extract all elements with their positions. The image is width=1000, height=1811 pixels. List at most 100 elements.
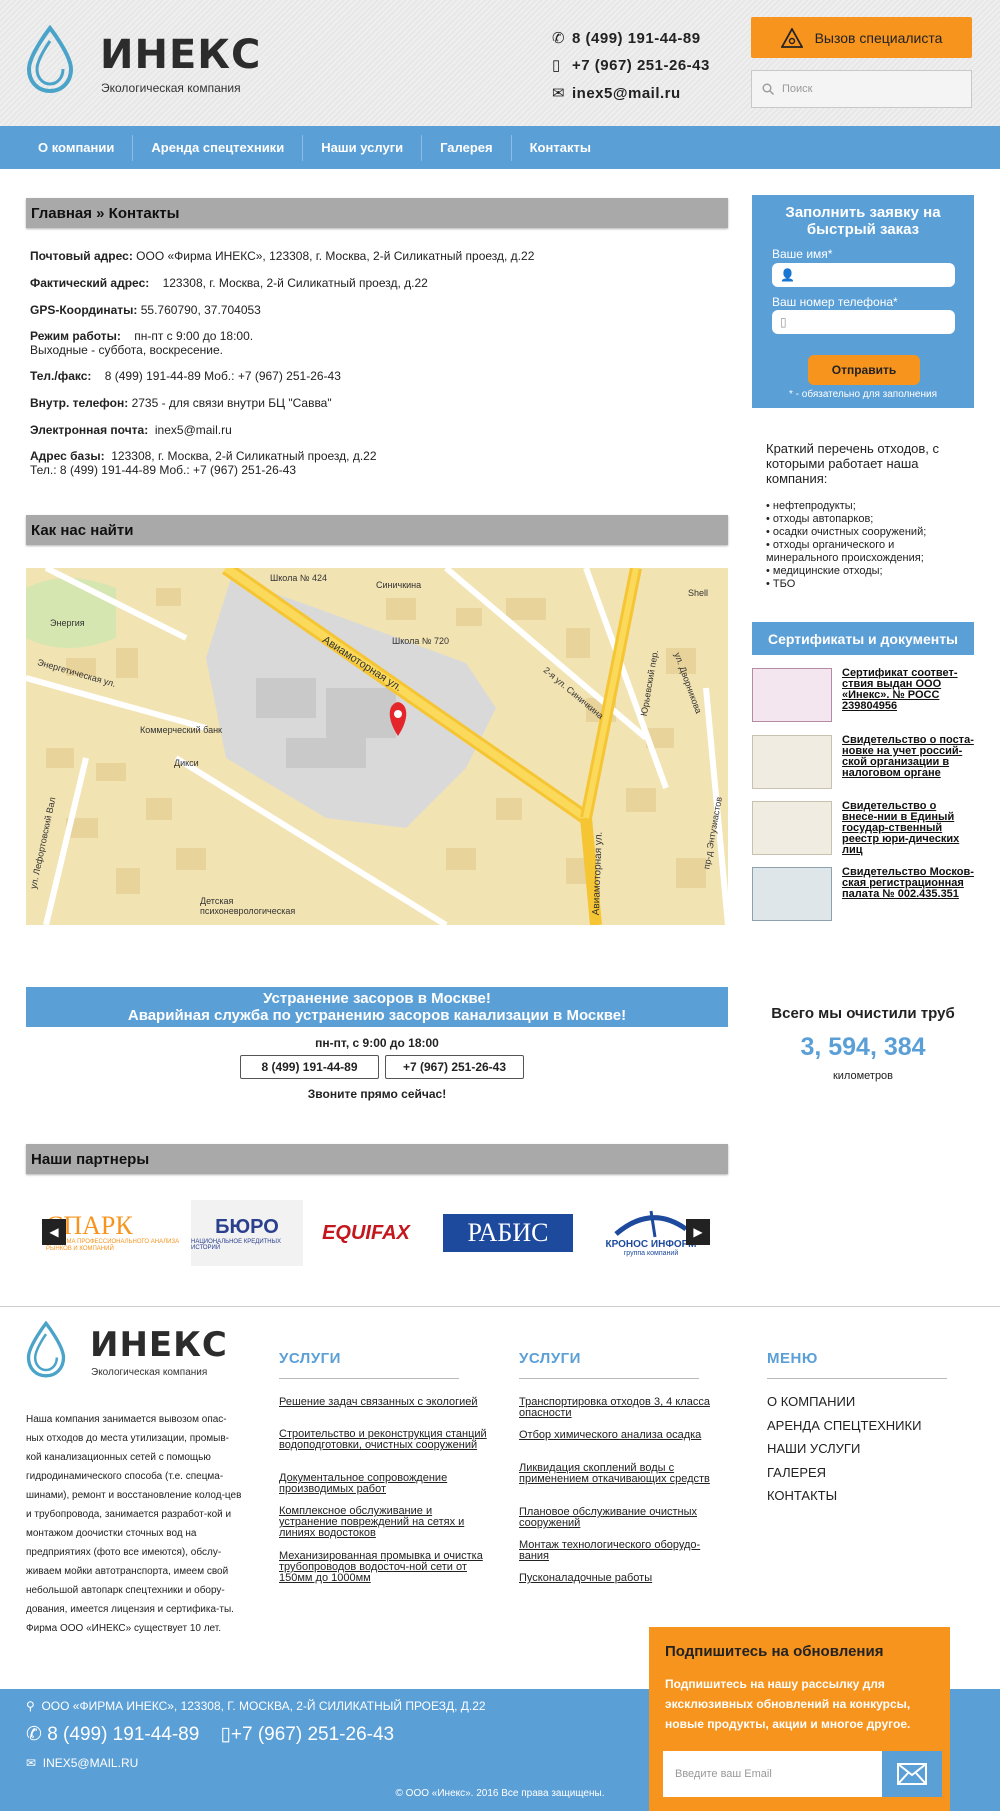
footer-link[interactable]: Отбор химического анализа осадка	[519, 1430, 729, 1441]
name-label: Ваше имя*	[772, 247, 833, 261]
nav-item-contacts[interactable]: Контакты	[512, 135, 609, 161]
waste-item: • осадки очистных сооружений;	[766, 526, 927, 538]
map-label: Дикси	[174, 758, 199, 768]
logo-name[interactable]: ИНЕКС	[100, 34, 261, 76]
footer-email[interactable]: ✉ INEX5@MAIL.RU	[26, 1756, 138, 1770]
map-label: Школа № 424	[270, 573, 328, 583]
certificate-link[interactable]: Сертификат соответ-ствия выдан ООО «Инек…	[842, 668, 974, 712]
map-graphic	[26, 568, 728, 925]
subscribe-text: Подпишитесь на нашу рассылку для эксклюз…	[665, 1677, 911, 1731]
subscribe-title: Подпишитесь на обновления	[665, 1643, 884, 1660]
site-header: ИНЕКС Экологическая компания ✆ 8 (499) 19…	[0, 0, 1000, 126]
postal-address: Почтовый адрес: ООО «Фирма ИНЕКС», 12330…	[30, 249, 535, 263]
header-phone-1[interactable]: ✆ 8 (499) 191-44-89	[552, 29, 701, 47]
subscribe-box: Подпишитесь на обновления Подпишитесь на…	[649, 1627, 950, 1811]
kronos-swoosh-icon	[614, 1210, 688, 1238]
certificate-link[interactable]: Свидетельство о поста-новке на учет росс…	[842, 735, 974, 779]
emergency-banner: Устранение засоров в Москве! Аварийная с…	[26, 987, 728, 1027]
footer-link[interactable]: Плановое обслуживание очистных сооружени…	[519, 1507, 729, 1529]
emergency-hours: пн-пт, с 9:00 до 18:00	[315, 1036, 439, 1050]
footer-menu-item[interactable]: О КОМПАНИИ	[767, 1394, 855, 1409]
nav-item-services[interactable]: Наши услуги	[303, 134, 423, 161]
footer-link[interactable]: Строительство и реконструкция станций во…	[279, 1429, 489, 1451]
partner-bureau-logo[interactable]: БЮРО НАЦИОНАЛЬНОЕ КРЕДИТНЫХ ИСТОРИЙ	[191, 1200, 303, 1266]
phone-icon: ✆	[552, 30, 566, 47]
footer-col1-rule	[279, 1378, 459, 1379]
certificate-thumbnail[interactable]	[752, 867, 832, 921]
footer-logo-subtitle: Экологическая компания	[91, 1367, 208, 1378]
map-label: Коммерческий банк	[140, 725, 222, 735]
certificate-thumbnail[interactable]	[752, 801, 832, 855]
search-input[interactable]: Поиск	[751, 70, 972, 108]
footer-link[interactable]: Монтаж технологического оборудо-вания	[519, 1540, 729, 1562]
base-address: Адрес базы: 123308, г. Москва, 2-й Силик…	[30, 449, 377, 477]
warning-icon	[780, 27, 803, 48]
footer-link[interactable]: Механизированная промывка и очистка труб…	[279, 1551, 489, 1584]
partner-equifax-logo[interactable]: EQUIFAX	[311, 1200, 421, 1266]
footer-menu-item[interactable]: КОНТАКТЫ	[767, 1488, 837, 1503]
header-phone-2[interactable]: ▯ +7 (967) 251-26-43	[552, 56, 710, 74]
footer-link[interactable]: Решение задач связанных с экологией	[279, 1397, 489, 1408]
nav-item-gallery[interactable]: Галерея	[422, 134, 512, 161]
nav-item-about[interactable]: О компании	[20, 134, 134, 161]
footer-address: ⚲ ООО «ФИРМА ИНЕКС», 123308, Г. МОСКВА, …	[26, 1699, 486, 1713]
envelope-icon	[897, 1763, 927, 1785]
phone-field[interactable]: ▯	[772, 310, 955, 334]
mobile-icon: ▯	[552, 57, 561, 74]
emergency-phone-1[interactable]: 8 (499) 191-44-89	[240, 1055, 379, 1079]
footer-col1-title: УСЛУГИ	[279, 1350, 341, 1367]
footer-phones[interactable]: ✆ 8 (499) 191-44-89 ▯+7 (967) 251-26-43	[26, 1723, 394, 1746]
mobile-icon: ▯	[780, 315, 787, 329]
certificates-title: Сертификаты и документы	[752, 622, 974, 655]
footer-menu-item[interactable]: ГАЛЕРЕЯ	[767, 1465, 826, 1480]
certificate-link[interactable]: Свидетельство о внесе-нии в Единый госуд…	[842, 801, 974, 856]
counter-value: 3, 594, 384	[800, 1033, 926, 1061]
working-hours: Режим работы: пн-пт с 9:00 до 18:00. Выхо…	[30, 329, 254, 357]
gps-coordinates: GPS-Координаты: 55.760790, 37.704053	[30, 303, 261, 317]
map-label: Детская психоневрологическая	[200, 896, 296, 916]
location-map[interactable]: Школа № 424 Синичкина Энергия Школа № 72…	[26, 568, 728, 925]
waste-item: минерального происхождения;	[766, 552, 924, 564]
emergency-phone-2[interactable]: +7 (967) 251-26-43	[385, 1055, 524, 1079]
footer-menu-item[interactable]: НАШИ УСЛУГИ	[767, 1441, 860, 1456]
carousel-next-button[interactable]: ▶	[686, 1219, 710, 1245]
footer-logo-name[interactable]: ИНЕКС	[90, 1327, 228, 1363]
emergency-line-1: Устранение засоров в Москве!	[263, 990, 491, 1007]
emergency-line-2: Аварийная служба по устранению засоров к…	[127, 1007, 627, 1024]
nav-item-rental[interactable]: Аренда спецтехники	[133, 134, 304, 161]
partners-title: Наши партнеры	[26, 1144, 728, 1174]
location-pin-icon: ⚲	[26, 1699, 35, 1713]
chevron-left-icon: ◀	[49, 1225, 59, 1239]
certificate-link[interactable]: Свидетельство Москов-ская регистрационна…	[842, 867, 974, 900]
waste-item: • нефтепродукты;	[766, 500, 856, 512]
submit-order-button[interactable]: Отправить	[808, 355, 920, 385]
carousel-prev-button[interactable]: ◀	[42, 1219, 66, 1245]
order-form-title: Заполнить заявку на быстрый заказ	[785, 204, 941, 238]
header-email[interactable]: ✉ inex5@mail.ru	[552, 84, 681, 102]
mobile-icon: ▯	[220, 1724, 231, 1745]
certificate-thumbnail[interactable]	[752, 668, 832, 722]
footer-logo-drop-icon	[26, 1320, 66, 1378]
find-us-title: Как нас найти	[26, 515, 728, 545]
name-field[interactable]: 👤	[772, 263, 955, 287]
footer-link[interactable]: Документальное сопровождение производимы…	[279, 1473, 489, 1495]
footer-col2-title: УСЛУГИ	[519, 1350, 581, 1367]
search-icon	[762, 83, 774, 95]
certificate-thumbnail[interactable]	[752, 735, 832, 789]
subscribe-button[interactable]	[882, 1751, 942, 1797]
footer-menu-item[interactable]: АРЕНДА СПЕЦТЕХНИКИ	[767, 1418, 921, 1433]
partner-spark-logo[interactable]: СПАРК СИСТЕМА ПРОФЕССИОНАЛЬНОГО АНАЛИЗА …	[46, 1200, 186, 1266]
subscribe-email-input[interactable]: Введите ваш Email	[663, 1751, 882, 1797]
actual-address: Фактический адрес: 123308, г. Москва, 2-…	[30, 276, 428, 290]
call-specialist-button[interactable]: Вызов специалиста	[751, 17, 972, 58]
waste-item: • отходы органического и	[766, 539, 895, 551]
breadcrumb: Главная » Контакты	[26, 198, 728, 228]
footer-link[interactable]: Ликвидация скоплений воды с применением …	[519, 1463, 729, 1485]
partner-rabis-logo[interactable]: РАБИС	[442, 1200, 574, 1266]
footer-link[interactable]: Пусконаладочные работы	[519, 1573, 729, 1584]
footer-link[interactable]: Транспортировка отходов 3, 4 класса опас…	[519, 1397, 729, 1419]
logo-drop-icon[interactable]	[26, 25, 74, 95]
required-note: * - обязательно для заполнения	[788, 389, 937, 400]
map-label: Shell	[688, 588, 709, 598]
footer-link[interactable]: Комплексное обслуживание и устранение по…	[279, 1506, 489, 1539]
